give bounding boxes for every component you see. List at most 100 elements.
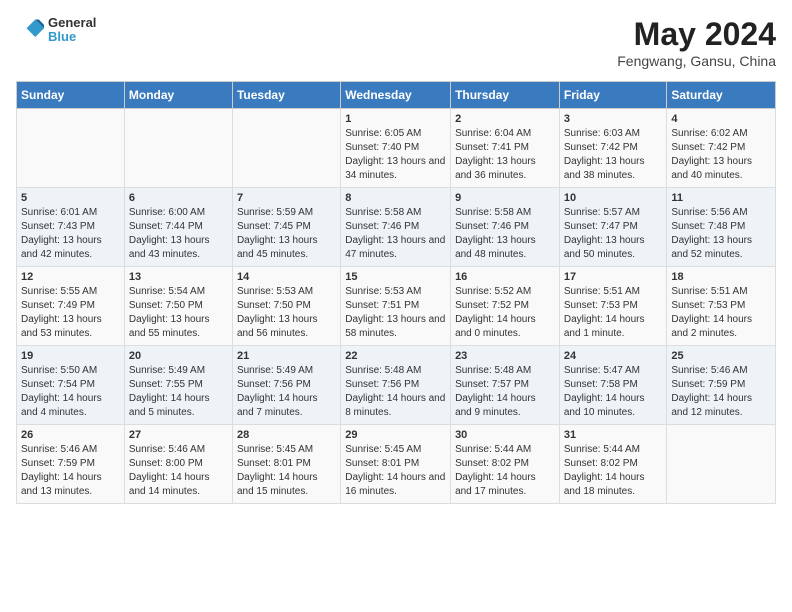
sunset-text: Sunset: 7:46 PM [455,221,529,232]
sunset-text: Sunset: 8:01 PM [345,458,419,469]
calendar-header: SundayMondayTuesdayWednesdayThursdayFrid… [17,82,776,109]
sunset-text: Sunset: 7:40 PM [345,142,419,153]
sunset-text: Sunset: 7:42 PM [671,142,745,153]
sunrise-text: Sunrise: 5:51 AM [564,286,640,297]
day-number: 4 [671,113,771,125]
calendar-cell: 29 Sunrise: 5:45 AM Sunset: 8:01 PM Dayl… [341,425,451,504]
calendar-cell: 27 Sunrise: 5:46 AM Sunset: 8:00 PM Dayl… [124,425,232,504]
sunset-text: Sunset: 7:58 PM [564,379,638,390]
day-info: Sunrise: 5:57 AM Sunset: 7:47 PM Dayligh… [564,206,663,262]
day-info: Sunrise: 5:51 AM Sunset: 7:53 PM Dayligh… [671,285,771,341]
day-info: Sunrise: 5:53 AM Sunset: 7:50 PM Dayligh… [237,285,336,341]
day-info: Sunrise: 6:05 AM Sunset: 7:40 PM Dayligh… [345,127,446,183]
calendar-cell: 16 Sunrise: 5:52 AM Sunset: 7:52 PM Dayl… [451,267,560,346]
logo-line2: Blue [48,30,96,44]
daylight-text: Daylight: 14 hours and 13 minutes. [21,472,102,497]
daylight-text: Daylight: 13 hours and 50 minutes. [564,235,645,260]
day-number: 16 [455,271,555,283]
weekday-header: Thursday [451,82,560,109]
day-number: 28 [237,429,336,441]
calendar-cell: 5 Sunrise: 6:01 AM Sunset: 7:43 PM Dayli… [17,188,125,267]
logo: General Blue [16,16,96,45]
logo-text: General Blue [48,16,96,45]
sunrise-text: Sunrise: 5:51 AM [671,286,747,297]
day-number: 14 [237,271,336,283]
day-number: 12 [21,271,120,283]
calendar-body: 1 Sunrise: 6:05 AM Sunset: 7:40 PM Dayli… [17,109,776,504]
logo-line1: General [48,16,96,30]
sunrise-text: Sunrise: 6:03 AM [564,128,640,139]
sunset-text: Sunset: 7:59 PM [671,379,745,390]
calendar-cell [232,109,340,188]
sunrise-text: Sunrise: 5:49 AM [129,365,205,376]
day-info: Sunrise: 6:03 AM Sunset: 7:42 PM Dayligh… [564,127,663,183]
calendar-cell: 15 Sunrise: 5:53 AM Sunset: 7:51 PM Dayl… [341,267,451,346]
daylight-text: Daylight: 13 hours and 38 minutes. [564,156,645,181]
daylight-text: Daylight: 13 hours and 45 minutes. [237,235,318,260]
calendar-cell: 11 Sunrise: 5:56 AM Sunset: 7:48 PM Dayl… [667,188,776,267]
day-info: Sunrise: 5:45 AM Sunset: 8:01 PM Dayligh… [345,443,446,499]
day-info: Sunrise: 5:49 AM Sunset: 7:55 PM Dayligh… [129,364,228,420]
sunset-text: Sunset: 8:00 PM [129,458,203,469]
day-number: 5 [21,192,120,204]
daylight-text: Daylight: 14 hours and 2 minutes. [671,314,752,339]
day-info: Sunrise: 5:56 AM Sunset: 7:48 PM Dayligh… [671,206,771,262]
calendar-week-row: 1 Sunrise: 6:05 AM Sunset: 7:40 PM Dayli… [17,109,776,188]
sunrise-text: Sunrise: 5:55 AM [21,286,97,297]
day-info: Sunrise: 5:46 AM Sunset: 7:59 PM Dayligh… [21,443,120,499]
day-number: 13 [129,271,228,283]
sunrise-text: Sunrise: 5:48 AM [345,365,421,376]
sunrise-text: Sunrise: 5:44 AM [564,444,640,455]
day-number: 27 [129,429,228,441]
calendar-cell: 17 Sunrise: 5:51 AM Sunset: 7:53 PM Dayl… [559,267,667,346]
sunrise-text: Sunrise: 5:53 AM [237,286,313,297]
calendar-cell: 18 Sunrise: 5:51 AM Sunset: 7:53 PM Dayl… [667,267,776,346]
day-info: Sunrise: 5:59 AM Sunset: 7:45 PM Dayligh… [237,206,336,262]
sunrise-text: Sunrise: 5:54 AM [129,286,205,297]
sunset-text: Sunset: 7:45 PM [237,221,311,232]
daylight-text: Daylight: 14 hours and 16 minutes. [345,472,445,497]
calendar-cell: 25 Sunrise: 5:46 AM Sunset: 7:59 PM Dayl… [667,346,776,425]
daylight-text: Daylight: 13 hours and 36 minutes. [455,156,536,181]
daylight-text: Daylight: 13 hours and 53 minutes. [21,314,102,339]
day-number: 20 [129,350,228,362]
sunset-text: Sunset: 7:52 PM [455,300,529,311]
daylight-text: Daylight: 14 hours and 1 minute. [564,314,645,339]
calendar-cell: 1 Sunrise: 6:05 AM Sunset: 7:40 PM Dayli… [341,109,451,188]
weekday-header: Wednesday [341,82,451,109]
sunset-text: Sunset: 7:50 PM [237,300,311,311]
calendar-cell: 20 Sunrise: 5:49 AM Sunset: 7:55 PM Dayl… [124,346,232,425]
sunset-text: Sunset: 7:56 PM [237,379,311,390]
sunrise-text: Sunrise: 5:58 AM [455,207,531,218]
daylight-text: Daylight: 13 hours and 55 minutes. [129,314,210,339]
daylight-text: Daylight: 13 hours and 56 minutes. [237,314,318,339]
day-info: Sunrise: 5:50 AM Sunset: 7:54 PM Dayligh… [21,364,120,420]
daylight-text: Daylight: 13 hours and 47 minutes. [345,235,445,260]
page-header: General Blue May 2024 Fengwang, Gansu, C… [16,16,776,69]
day-number: 9 [455,192,555,204]
sunrise-text: Sunrise: 6:05 AM [345,128,421,139]
day-info: Sunrise: 5:47 AM Sunset: 7:58 PM Dayligh… [564,364,663,420]
daylight-text: Daylight: 13 hours and 52 minutes. [671,235,752,260]
calendar-cell: 24 Sunrise: 5:47 AM Sunset: 7:58 PM Dayl… [559,346,667,425]
day-number: 19 [21,350,120,362]
day-number: 7 [237,192,336,204]
sunrise-text: Sunrise: 5:53 AM [345,286,421,297]
title-block: May 2024 Fengwang, Gansu, China [617,16,776,69]
sunrise-text: Sunrise: 5:50 AM [21,365,97,376]
sunset-text: Sunset: 7:49 PM [21,300,95,311]
calendar-cell: 14 Sunrise: 5:53 AM Sunset: 7:50 PM Dayl… [232,267,340,346]
sunset-text: Sunset: 7:46 PM [345,221,419,232]
calendar-cell: 30 Sunrise: 5:44 AM Sunset: 8:02 PM Dayl… [451,425,560,504]
logo-icon [16,16,44,44]
sunrise-text: Sunrise: 5:47 AM [564,365,640,376]
calendar-cell [17,109,125,188]
sunset-text: Sunset: 7:56 PM [345,379,419,390]
sunset-text: Sunset: 7:53 PM [671,300,745,311]
day-number: 17 [564,271,663,283]
weekday-header: Monday [124,82,232,109]
day-number: 11 [671,192,771,204]
calendar-cell: 26 Sunrise: 5:46 AM Sunset: 7:59 PM Dayl… [17,425,125,504]
daylight-text: Daylight: 14 hours and 7 minutes. [237,393,318,418]
sunset-text: Sunset: 8:02 PM [564,458,638,469]
